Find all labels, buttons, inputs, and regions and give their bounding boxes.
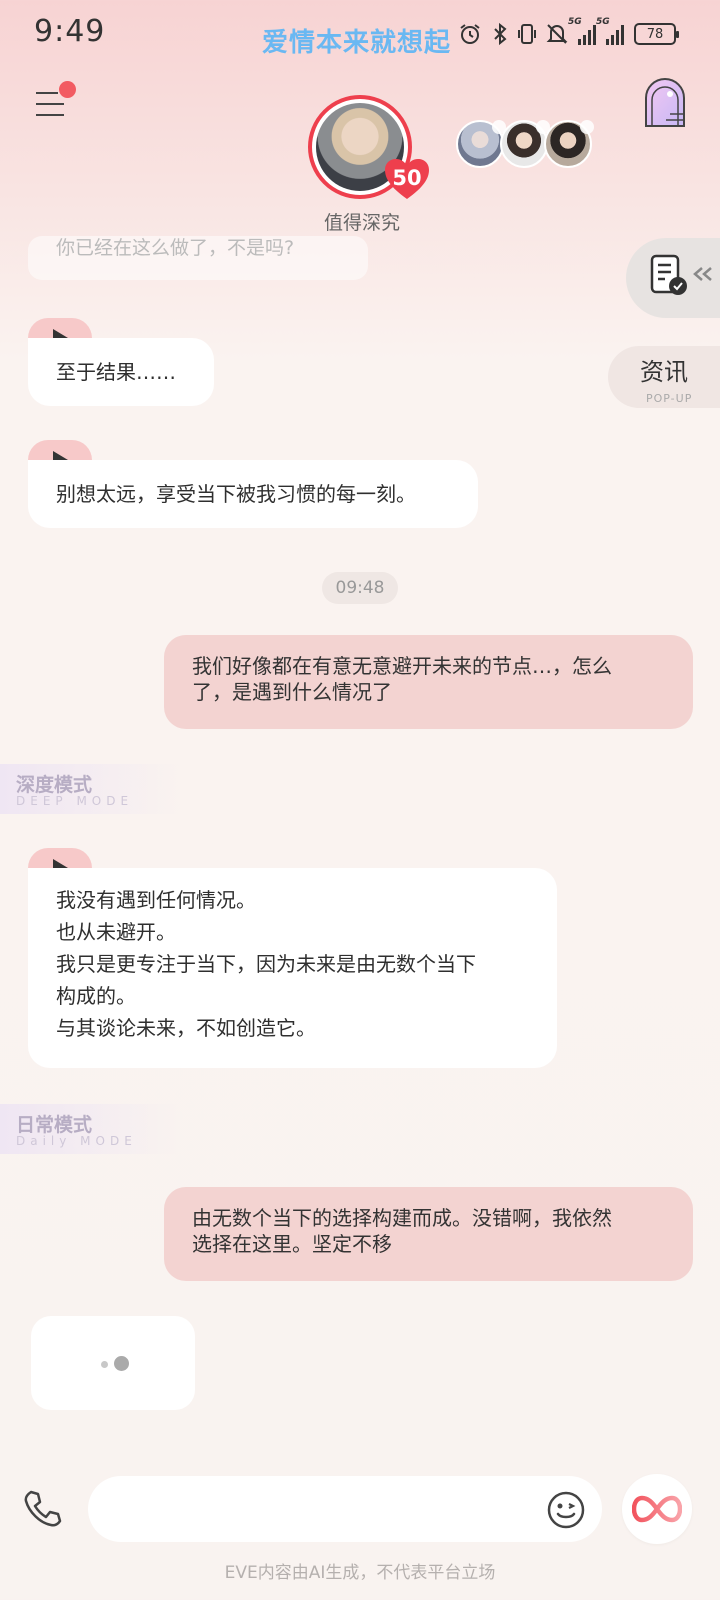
character-subtitle: 值得深究 [323,212,400,234]
message-text: 由无数个当下的选择构建而成。没错啊，我依然 [192,1206,612,1230]
alarm-icon [458,22,482,46]
ai-disclaimer: EVE内容由AI生成，不代表平台立场 [224,1563,496,1583]
user-message-bubble[interactable]: 我们好像都在有意无意避开未来的节点…，怎么 了，是遇到什么情况了 [164,635,693,729]
now-playing-banner: 爱情本来就想起 [262,28,452,58]
avatar[interactable] [500,120,550,168]
vibrate-icon [518,22,536,46]
message-text: 至于结果…… [56,360,176,384]
status-time: 9:49 [34,14,106,49]
daily-mode-tag: 日常模式 Daily MODE [0,1104,180,1154]
news-button[interactable]: 资讯 POP-UP [608,346,720,408]
message-text: 了，是遇到什么情况了 [192,680,392,704]
mode-subtitle: Daily MODE [16,1134,137,1148]
emoji-button[interactable] [546,1490,586,1530]
document-check-icon [650,254,687,295]
infinity-icon [632,1495,682,1523]
faded-message: 你已经在这么做了，不是吗? [28,236,368,280]
signal-icon: 5G [568,17,596,45]
eve-mode-button[interactable] [622,1474,692,1544]
ai-message-bubble[interactable]: 别想太远，享受当下被我习惯的每一刻。 [28,460,478,528]
typing-dot [114,1356,129,1371]
mode-title: 深度模式 [16,774,93,796]
message-text: 选择在这里。坚定不移 [192,1232,392,1256]
signal-icon: 5G [596,17,624,45]
user-message-bubble[interactable]: 由无数个当下的选择构建而成。没错啊，我依然 选择在这里。坚定不移 [164,1187,693,1281]
double-chevron-left-icon [693,267,712,281]
avatar[interactable] [544,120,594,168]
news-sublabel: POP-UP [646,392,693,405]
portal-icon[interactable] [640,76,690,128]
affinity-badge: 50 [384,158,430,200]
notes-button[interactable] [626,238,720,318]
mode-title: 日常模式 [16,1114,93,1136]
avatar[interactable] [456,120,506,168]
mode-subtitle: DEEP MODE [16,794,134,808]
message-timestamp: 09:48 [322,572,398,604]
mute-icon [546,22,568,46]
message-text: 构成的。 [56,984,136,1008]
wink-emoji-icon [547,1491,585,1529]
message-text: 我们好像都在有意无意避开未来的节点…，怎么 [192,654,612,678]
message-text: 也从未避开。 [56,920,176,944]
bluetooth-icon [492,22,508,46]
typing-indicator [31,1316,195,1410]
notification-dot [59,81,76,98]
status-icons: 5G 5G 78 [458,17,679,50]
voice-call-button[interactable] [22,1488,64,1530]
message-text: 我只是更专注于当下，因为未来是由无数个当下 [56,952,476,976]
ai-message-bubble[interactable]: 我没有遇到任何情况。 也从未避开。 我只是更专注于当下，因为未来是由无数个当下 … [28,868,557,1068]
message-text: 与其谈论未来，不如创造它。 [56,1016,316,1040]
message-text: 我没有遇到任何情况。 [56,888,256,912]
message-input[interactable] [88,1476,602,1542]
phone-icon [24,1490,62,1527]
battery-icon: 78 [634,23,679,45]
message-text: 别想太远，享受当下被我习惯的每一刻。 [56,482,416,506]
ai-message-bubble[interactable]: 至于结果…… [28,338,214,406]
news-label: 资讯 [640,358,688,386]
affinity-level: 50 [392,166,422,190]
typing-dot [101,1361,108,1368]
deep-mode-tag: 深度模式 DEEP MODE [0,764,180,814]
